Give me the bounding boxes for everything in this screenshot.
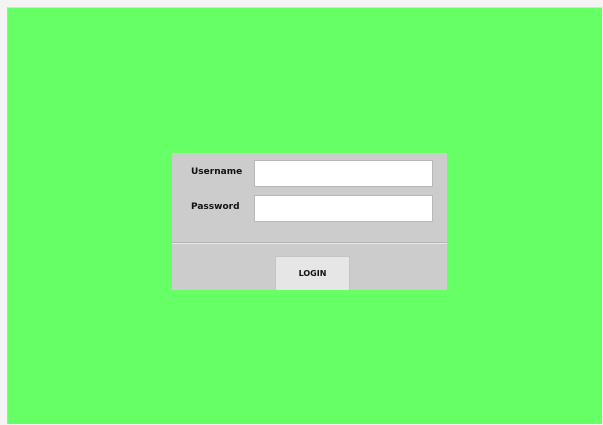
password-input[interactable] <box>254 195 433 222</box>
username-label: Username <box>191 167 243 177</box>
password-row: Password <box>172 195 447 222</box>
panel-divider <box>172 242 447 244</box>
password-label: Password <box>191 202 240 212</box>
username-row: Username <box>172 160 447 187</box>
username-input[interactable] <box>254 160 433 187</box>
app-window: Username Password LOGIN <box>7 7 602 424</box>
login-button[interactable]: LOGIN <box>275 256 350 290</box>
login-panel: Username Password LOGIN <box>172 153 447 290</box>
